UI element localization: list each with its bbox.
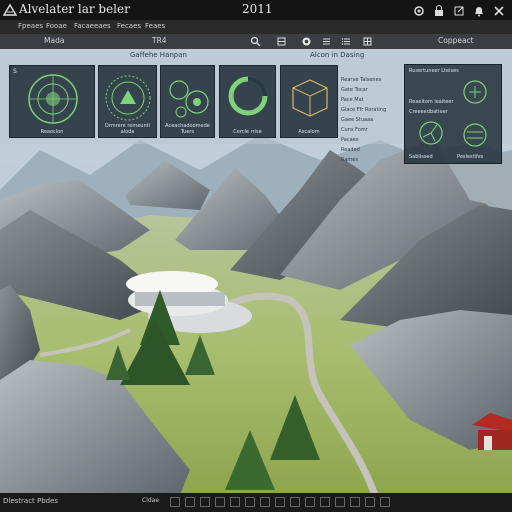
- app-logo-icon: [3, 3, 17, 16]
- toolbar-mode-label[interactable]: Mada: [44, 36, 64, 45]
- toolbar: Mada TR4 Coppeact: [0, 34, 512, 49]
- layer-item[interactable]: Rames: [341, 155, 386, 165]
- record-icon[interactable]: [301, 36, 312, 47]
- layer-item[interactable]: Cuns Fomr: [341, 125, 386, 135]
- card-cube[interactable]: Ascalom: [280, 65, 338, 138]
- share-icon[interactable]: [452, 3, 466, 17]
- wind-turbine-icon: [419, 121, 443, 145]
- detail-item[interactable]: Reaeltom leaiteer: [409, 99, 453, 105]
- status-label: Dlestract Pbdes: [3, 497, 59, 505]
- play-tool-icon[interactable]: [365, 497, 375, 507]
- layer-item[interactable]: Glace Ffr Rorating: [341, 105, 386, 115]
- building-facade: [135, 292, 225, 306]
- layer-item[interactable]: Rearve Talsenes: [341, 75, 386, 85]
- status-tools: [170, 497, 390, 507]
- layer-list: Rearve Talsenes Gate Tocar Pace Mat Glac…: [341, 75, 386, 165]
- export-tool-icon[interactable]: [380, 497, 390, 507]
- search-icon[interactable]: [250, 36, 261, 47]
- layer-item[interactable]: Pace Mat: [341, 95, 386, 105]
- detail-panel-title: Rusertuneer Lteises: [409, 68, 459, 74]
- paint-tool-icon[interactable]: [260, 497, 270, 507]
- card-gears[interactable]: Aceachadoomede Tuers: [160, 65, 215, 138]
- layers-icon[interactable]: [276, 36, 287, 47]
- barn-wall: [478, 430, 512, 450]
- barn-door: [484, 436, 492, 450]
- grid-icon[interactable]: [362, 36, 373, 47]
- move-tool-icon[interactable]: [185, 497, 195, 507]
- menu-bar: Fpeaes Fooae Facaeeaes Fecaes Feaes: [0, 20, 512, 34]
- menu-item[interactable]: Facaeeaes: [74, 22, 111, 30]
- card-target[interactable]: Drmrere remeunti aloda: [98, 65, 157, 138]
- snap-tool-icon[interactable]: [335, 497, 345, 507]
- bell-icon[interactable]: [472, 3, 486, 17]
- settings-icon[interactable]: [412, 3, 426, 17]
- rotate-tool-icon[interactable]: [200, 497, 210, 507]
- section-title-left: Gaffehe Hanpan: [130, 51, 187, 59]
- pipeline-icon: [463, 123, 487, 147]
- select-tool-icon[interactable]: [170, 497, 180, 507]
- layer-item[interactable]: Gaee Stuaaa: [341, 115, 386, 125]
- grid-tool-icon[interactable]: [320, 497, 330, 507]
- menu-item[interactable]: Fooae: [46, 22, 67, 30]
- scale-tool-icon[interactable]: [215, 497, 225, 507]
- status-text: Cldae: [142, 497, 160, 504]
- layer-item[interactable]: Readed: [341, 145, 386, 155]
- card-label: Aceachadoomede Tuers: [165, 123, 210, 135]
- flow-icon: [463, 80, 487, 104]
- toolbar-right-label[interactable]: Coppeact: [438, 36, 474, 45]
- card-radar[interactable]: S Reaoclon: [9, 65, 95, 138]
- card-label: Ascalom: [298, 129, 320, 135]
- detail-item[interactable]: Creeeedbatiaer: [409, 109, 448, 115]
- card-label: Drmrere remeunti aloda: [105, 123, 150, 135]
- layer-item[interactable]: Pacaes: [341, 135, 386, 145]
- card-progress-ring[interactable]: Cercle rrise: [219, 65, 276, 138]
- card-label: Reaoclon: [40, 129, 64, 135]
- terrain-tool-icon[interactable]: [245, 497, 255, 507]
- year-label: 2011: [242, 2, 273, 16]
- layer-tool-icon[interactable]: [350, 497, 360, 507]
- toolbar-center-label[interactable]: TR4: [152, 36, 167, 45]
- menu-icon[interactable]: [321, 36, 332, 47]
- detail-footer-right: Peslestifes: [457, 154, 484, 160]
- status-bar: Dlestract Pbdes Cldae: [0, 493, 512, 512]
- measure-tool-icon[interactable]: [275, 497, 285, 507]
- layer-item[interactable]: Gate Tocar: [341, 85, 386, 95]
- card-label: Cercle rrise: [233, 129, 262, 135]
- detail-footer-left: Sablissed: [409, 154, 433, 160]
- app-title: Alvelater lar beler: [19, 2, 130, 16]
- title-bar: Alvelater lar beler 2011: [0, 0, 512, 20]
- menu-item[interactable]: Fpeaes: [18, 22, 43, 30]
- menu-item[interactable]: Feaes: [145, 22, 165, 30]
- detail-panel: Rusertuneer Lteises Reaeltom leaiteer Cr…: [404, 64, 502, 164]
- section-title-right: Alcon in Dasing: [310, 51, 365, 59]
- camera-tool-icon[interactable]: [290, 497, 300, 507]
- menu-item[interactable]: Fecaes: [117, 22, 141, 30]
- lock-icon[interactable]: [432, 3, 446, 17]
- close-icon[interactable]: [492, 3, 506, 17]
- list-icon[interactable]: [341, 36, 352, 47]
- brush-tool-icon[interactable]: [230, 497, 240, 507]
- light-tool-icon[interactable]: [305, 497, 315, 507]
- window-controls: [412, 3, 506, 17]
